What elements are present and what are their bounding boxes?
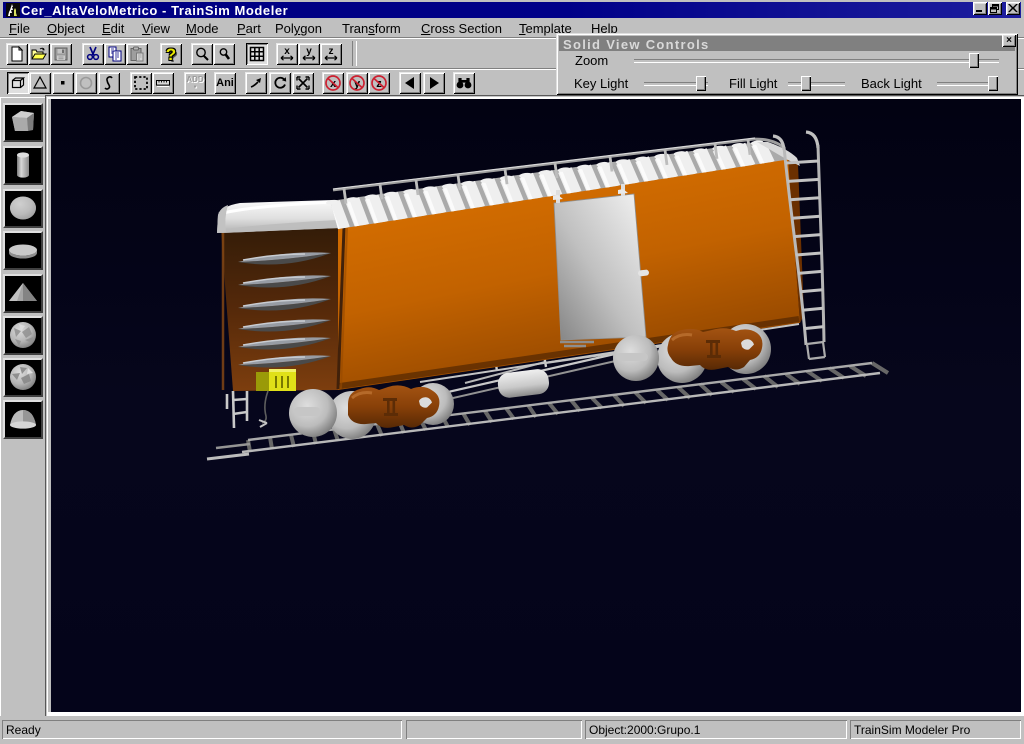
- svg-text:z: z: [329, 46, 334, 57]
- svg-text:y: y: [306, 46, 312, 57]
- svg-text:x: x: [284, 46, 290, 57]
